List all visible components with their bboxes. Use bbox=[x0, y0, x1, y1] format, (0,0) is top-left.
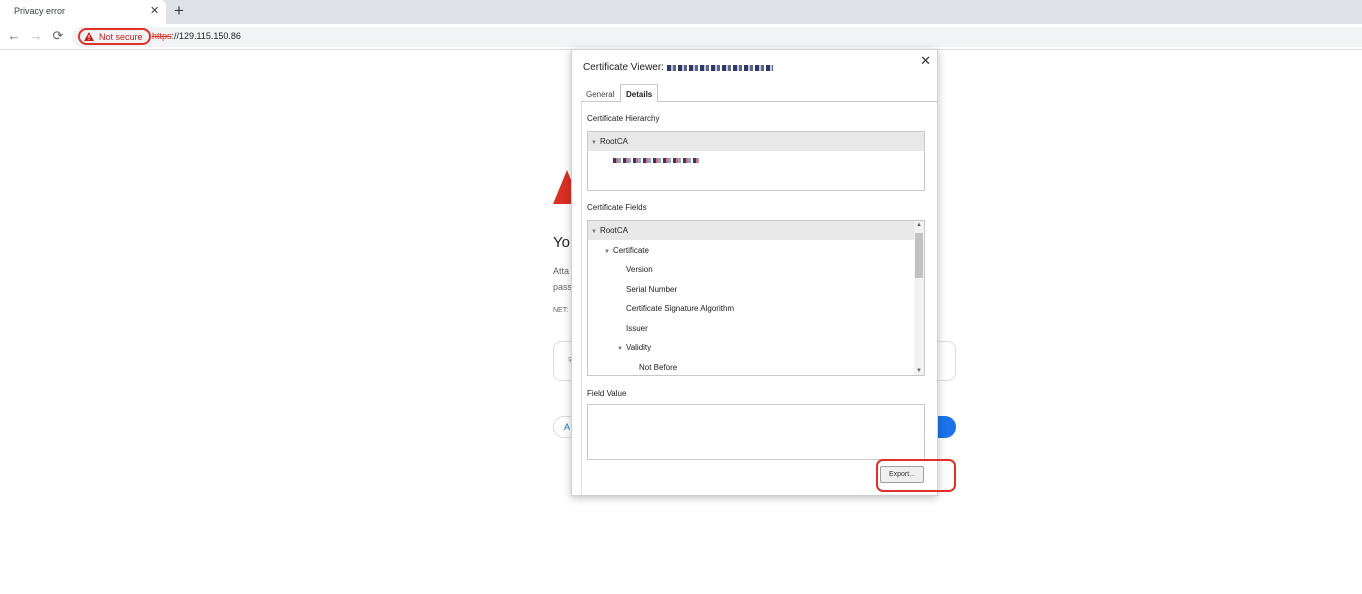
browser-toolbar: ← → ⟳ Not secure https://129.115.150.86 bbox=[0, 24, 1362, 50]
hierarchy-label: Certificate Hierarchy bbox=[587, 114, 660, 123]
certificate-viewer-dialog: ✕ Certificate Viewer: General Details Ce… bbox=[571, 49, 956, 496]
interstitial-text-line: pass bbox=[553, 282, 573, 292]
tree-item-validity[interactable]: ▼ Validity bbox=[588, 338, 924, 357]
back-icon[interactable]: ← bbox=[6, 28, 22, 44]
warning-icon bbox=[84, 32, 94, 41]
fields-label: Certificate Fields bbox=[587, 203, 647, 212]
field-value-label: Field Value bbox=[587, 389, 627, 398]
tree-item-serial-number[interactable]: Serial Number bbox=[588, 280, 924, 299]
tree-item-label: Issuer bbox=[626, 323, 648, 333]
url-text[interactable]: https://129.115.150.86 bbox=[152, 31, 241, 41]
export-button[interactable]: Export... bbox=[880, 466, 924, 483]
tree-item-certificate[interactable]: ▼ Certificate bbox=[588, 241, 924, 260]
interstitial-heading: Yo bbox=[553, 234, 570, 251]
dialog-title-text: Certificate Viewer: bbox=[583, 62, 664, 73]
tree-item-label: Not Before bbox=[639, 362, 678, 372]
address-bar[interactable]: Not secure https://129.115.150.86 bbox=[72, 27, 1362, 47]
tree-item-rootca[interactable]: ▼ RootCA bbox=[588, 221, 924, 240]
caret-down-icon[interactable]: ▼ bbox=[591, 229, 597, 235]
tree-item-label: Version bbox=[626, 265, 653, 274]
caret-down-icon[interactable]: ▼ bbox=[617, 346, 623, 352]
tab-details[interactable]: Details bbox=[620, 84, 659, 103]
scroll-down-arrow-icon[interactable]: ▼ bbox=[914, 368, 924, 374]
dialog-title: Certificate Viewer: bbox=[583, 62, 773, 73]
details-panel: Certificate Hierarchy ▼ RootCA Certificat… bbox=[581, 102, 956, 495]
scrollbar-thumb[interactable] bbox=[915, 233, 923, 278]
url-host: ://129.115.150.86 bbox=[171, 31, 241, 41]
tree-item-label: RootCA bbox=[599, 137, 628, 146]
tree-item-label: Certificate Signature Algorithm bbox=[626, 304, 735, 313]
certificate-hierarchy-tree[interactable]: ▼ RootCA bbox=[587, 131, 925, 191]
tree-item-label: RootCA bbox=[599, 226, 628, 235]
tree-item-not-before[interactable]: Not Before bbox=[588, 358, 924, 376]
tree-item-label: Serial Number bbox=[626, 284, 678, 294]
not-secure-label: Not secure bbox=[99, 31, 143, 42]
forward-icon[interactable]: → bbox=[28, 28, 44, 44]
caret-down-icon[interactable]: ▼ bbox=[604, 249, 610, 255]
tree-item-version[interactable]: Version bbox=[588, 260, 924, 279]
tab-privacy-error[interactable]: Privacy error ✕ bbox=[0, 0, 166, 24]
tree-item-issuer[interactable]: Issuer bbox=[588, 319, 924, 338]
not-secure-chip[interactable]: Not secure bbox=[78, 28, 151, 45]
redacted-hostname bbox=[666, 64, 773, 71]
tab-close-icon[interactable]: ✕ bbox=[150, 4, 159, 18]
scroll-up-arrow-icon[interactable]: ▲ bbox=[914, 222, 924, 228]
tree-item-rootca[interactable]: ▼ RootCA bbox=[588, 132, 924, 151]
redacted-leaf-certificate[interactable] bbox=[613, 158, 699, 163]
tab-title: Privacy error bbox=[14, 6, 66, 16]
caret-down-icon[interactable]: ▼ bbox=[591, 140, 597, 146]
tree-item-label: Certificate bbox=[612, 245, 649, 255]
url-scheme: https bbox=[152, 31, 172, 41]
dialog-tabs: General Details bbox=[581, 84, 938, 103]
new-tab-button[interactable]: + bbox=[174, 1, 184, 21]
field-value-textarea[interactable] bbox=[587, 404, 925, 460]
certificate-fields-tree[interactable]: ▼ RootCA ▼ Certificate Version Serial Numb… bbox=[587, 220, 925, 376]
fields-scrollbar[interactable]: ▲ ▼ bbox=[914, 221, 924, 375]
tab-general[interactable]: General bbox=[581, 86, 619, 103]
close-icon[interactable]: ✕ bbox=[920, 54, 931, 68]
tab-strip: Privacy error ✕ + bbox=[0, 0, 1362, 24]
error-code: NET: bbox=[553, 307, 569, 314]
tree-item-signature-algorithm[interactable]: Certificate Signature Algorithm bbox=[588, 299, 924, 318]
reload-icon[interactable]: ⟳ bbox=[50, 28, 66, 44]
interstitial-text-line: Atta bbox=[553, 266, 570, 276]
tree-item-label: Validity bbox=[625, 343, 652, 352]
